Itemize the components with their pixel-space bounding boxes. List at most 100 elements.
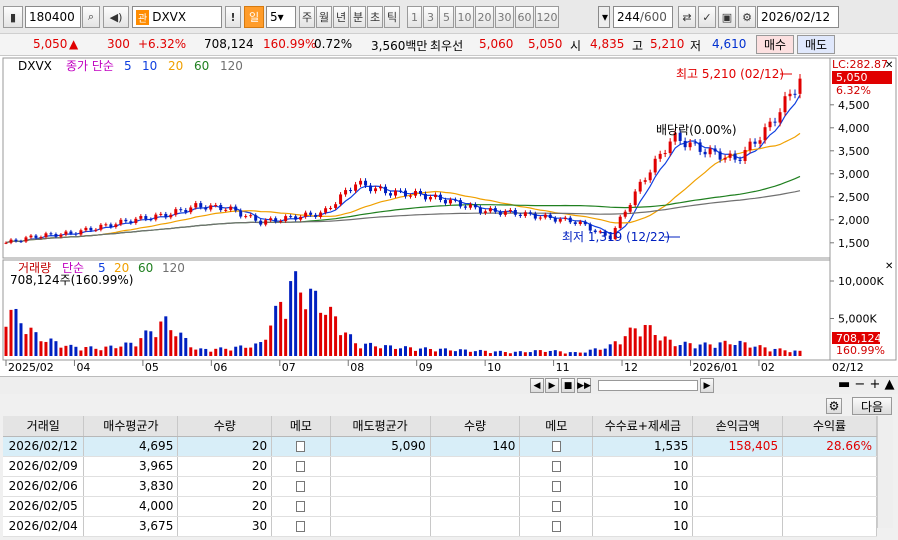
volume-bar (214, 348, 218, 356)
minute-option-30[interactable]: 30 (495, 6, 514, 28)
col-header-7[interactable]: 수수료+제세금 (592, 416, 694, 437)
sell-button[interactable]: 매도 (797, 35, 835, 54)
memo-icon[interactable] (551, 501, 561, 512)
stock-name-field[interactable]: 관 DXVX (132, 6, 222, 28)
memo-icon[interactable] (551, 481, 561, 492)
stop-icon[interactable]: ■ (561, 378, 575, 393)
memo-icon[interactable] (296, 441, 306, 452)
tab-period-1[interactable]: 월 (316, 6, 332, 28)
gear-icon[interactable]: ⚙ (738, 6, 756, 28)
scroll-track[interactable] (598, 380, 698, 391)
close-icon[interactable]: ✕ (885, 60, 893, 71)
candle (623, 211, 627, 217)
scroll-left-button[interactable]: ◀ (530, 378, 544, 393)
candle (758, 140, 762, 144)
table-scrollbar[interactable] (877, 416, 893, 528)
volume-bar (139, 338, 143, 356)
date-tick: 12 (624, 361, 638, 374)
candle (743, 149, 747, 161)
alert-button[interactable]: ! (225, 6, 241, 28)
volume-bar (399, 348, 403, 356)
volume-bar (778, 348, 782, 356)
memo-icon[interactable] (551, 441, 561, 452)
table-cell (330, 496, 431, 517)
tab-period-4[interactable]: 초 (367, 6, 383, 28)
col-header-1[interactable]: 매수평균가 (83, 416, 179, 437)
day-count-select[interactable]: 5 ▾ (266, 6, 296, 28)
zoom-controls[interactable]: ▬ − + ▲ (838, 377, 894, 392)
minute-option-1[interactable]: 1 (407, 6, 422, 28)
candle (4, 242, 8, 244)
stock-code-field[interactable]: 180400 (25, 6, 81, 28)
table-cell: 2026/02/05 (3, 496, 85, 517)
col-header-9[interactable]: 수익률 (782, 416, 877, 437)
volume-bar (179, 332, 183, 356)
minute-option-20[interactable]: 20 (475, 6, 494, 28)
minute-option-10[interactable]: 10 (455, 6, 474, 28)
candle (269, 218, 273, 221)
memo-icon[interactable] (551, 461, 561, 472)
volume-bar (319, 312, 323, 356)
candle (478, 207, 482, 213)
date-tick: 2026/01 (692, 361, 738, 374)
search-icon[interactable]: ⌕ (82, 6, 100, 28)
menu-icon[interactable]: ▮ (3, 6, 23, 28)
next-button[interactable]: 다음 (852, 397, 892, 415)
memo-icon[interactable] (296, 521, 306, 532)
col-header-8[interactable]: 손익금액 (692, 416, 784, 437)
play-icon[interactable]: ▶ (545, 378, 559, 393)
buy-button[interactable]: 매수 (756, 35, 794, 54)
col-header-5[interactable]: 수량 (430, 416, 521, 437)
candle (723, 157, 727, 160)
minute-option-60[interactable]: 60 (515, 6, 534, 28)
col-header-4[interactable]: 매도평균가 (330, 416, 431, 437)
minute-option-3[interactable]: 3 (423, 6, 438, 28)
arrows-icon[interactable]: ⇄ (678, 6, 696, 28)
volume-bar (59, 347, 63, 356)
fast-forward-icon[interactable]: ▶▶ (577, 378, 591, 393)
table-row[interactable]: 2026/02/09 3,965 20 10 (3, 456, 877, 477)
volume-bar (463, 349, 467, 356)
minute-option-5[interactable]: 5 (439, 6, 454, 28)
col-header-6[interactable]: 메모 (519, 416, 594, 437)
col-header-2[interactable]: 수량 (177, 416, 273, 437)
col-header-0[interactable]: 거래일 (3, 416, 85, 437)
stock-chart[interactable]: DXVX 종가 단순 5 10 20 60 120 거래량 단순 5 20 60 120 70… (0, 56, 898, 376)
volume-bar (299, 292, 303, 356)
candle (533, 213, 537, 219)
speaker-icon[interactable]: ◀) (103, 6, 129, 28)
memo-icon[interactable] (296, 461, 306, 472)
close-volume-icon[interactable]: ✕ (885, 261, 893, 272)
volume-bar (279, 301, 283, 356)
candle (413, 191, 417, 196)
table-row[interactable]: 2026/02/06 3,830 20 10 (3, 476, 877, 497)
volume-bar (114, 348, 118, 356)
volume-bar (204, 348, 208, 356)
volume-bar (294, 271, 298, 356)
table-row[interactable]: 2026/02/04 3,675 30 10 (3, 516, 877, 537)
count-field[interactable]: 244/600 (613, 6, 673, 28)
tab-day[interactable]: 일 (244, 6, 264, 28)
tab-period-5[interactable]: 틱 (384, 6, 400, 28)
check-icon[interactable]: ✓ (698, 6, 716, 28)
table-row[interactable]: 2026/02/12 4,695 20 5,090 140 1,535 158,405 28.… (3, 436, 877, 457)
tab-period-3[interactable]: 분 (350, 6, 366, 28)
candle (543, 214, 547, 218)
memo-icon[interactable] (296, 501, 306, 512)
tab-period-2[interactable]: 년 (333, 6, 349, 28)
tab-period-0[interactable]: 주 (299, 6, 315, 28)
memo-icon[interactable] (551, 521, 561, 532)
save-icon[interactable]: ▣ (718, 6, 736, 28)
date-field[interactable]: 2026/02/12 (757, 6, 839, 28)
table-cell: 4,695 (83, 436, 179, 457)
candle (34, 235, 38, 238)
scroll-right-button[interactable]: ▶ (700, 378, 714, 393)
memo-icon[interactable] (296, 481, 306, 492)
candle (693, 142, 697, 144)
volume-bar (683, 341, 687, 356)
dropdown-icon[interactable]: ▾ (598, 6, 610, 28)
settings-icon[interactable]: ⚙ (826, 398, 842, 414)
minute-option-120[interactable]: 120 (535, 6, 559, 28)
table-row[interactable]: 2026/02/05 4,000 20 10 (3, 496, 877, 517)
col-header-3[interactable]: 메모 (271, 416, 331, 437)
